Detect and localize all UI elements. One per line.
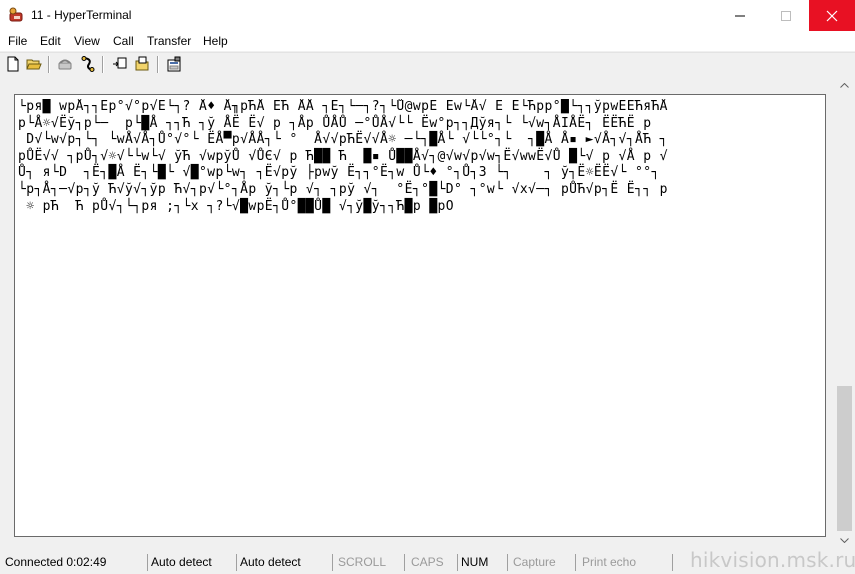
toolbar-separator bbox=[157, 56, 159, 73]
terminal-screen[interactable]: └pя█ wpÅ┐┐Ёp°√°p√Ё└┐? Å♦ Å╖pЋÅ ЁЋ ÅÅ ┐Ё┐… bbox=[14, 94, 826, 537]
menu-transfer[interactable]: Transfer bbox=[147, 34, 191, 48]
scroll-thumb[interactable] bbox=[837, 386, 852, 531]
scroll-down-button[interactable] bbox=[836, 532, 853, 549]
toolbar bbox=[0, 52, 855, 77]
minimize-icon bbox=[735, 15, 745, 17]
terminal-line: p└Å☼√Ёў┐p└─ p└█Å ┐┐Ћ ┐ў ÅЁ Ё√ p ┐Åp ŮÅŮ … bbox=[18, 115, 652, 131]
receive-icon[interactable] bbox=[134, 56, 150, 72]
status-capture: Capture bbox=[510, 554, 576, 571]
close-icon bbox=[826, 10, 838, 22]
status-auto-detect: Auto detect bbox=[237, 554, 333, 571]
minimize-button[interactable] bbox=[717, 0, 763, 31]
close-button[interactable] bbox=[809, 0, 855, 31]
toolbar-separator bbox=[102, 56, 104, 73]
terminal-line: pŮЁ√√ ┐pŮ┐√☼√└└w└√ ўЋ √wpўŮ √ŮЄ√ p Ћ██ Ћ… bbox=[18, 148, 668, 164]
scroll-up-button[interactable] bbox=[836, 77, 853, 94]
maximize-button[interactable] bbox=[763, 0, 809, 31]
terminal-line: └pя█ wpÅ┐┐Ёp°√°p√Ё└┐? Å♦ Å╖pЋÅ ЁЋ ÅÅ ┐Ё┐… bbox=[18, 99, 668, 114]
send-icon[interactable] bbox=[112, 56, 128, 72]
terminal-line: └p┐Å┐─√p┐ў Ћ√ў√┐ўp Ћ√┐p√└°┐Åp ў┐└p √┐ ┐p… bbox=[18, 181, 668, 197]
toolbar-separator bbox=[48, 56, 50, 73]
menu-view[interactable]: View bbox=[74, 34, 100, 48]
watermark: hikvision.msk.ru bbox=[690, 548, 855, 572]
status-auto-detect: Auto detect bbox=[148, 554, 237, 571]
status-print-echo: Print echo bbox=[579, 554, 673, 571]
menu-help[interactable]: Help bbox=[203, 34, 228, 48]
menu-file[interactable]: File bbox=[8, 34, 27, 48]
status-caps: CAPS bbox=[408, 554, 458, 571]
new-file-icon[interactable] bbox=[5, 56, 21, 72]
status-num: NUM bbox=[458, 554, 508, 571]
menu-call[interactable]: Call bbox=[113, 34, 134, 48]
terminal-line: D√└w√p┐└┐ └wÅ√Å┐Ů°√°└ ЁÅ▀p√ÅÅ┐└ ° Å√√pЋЁ… bbox=[18, 132, 668, 148]
hyperterminal-window: 11 - HyperTerminal File Edit View Call T… bbox=[0, 0, 855, 574]
status-scroll: SCROLL bbox=[335, 554, 405, 571]
disconnect-icon[interactable] bbox=[80, 56, 96, 72]
chevron-down-icon bbox=[840, 538, 849, 543]
terminal-line: ☼ pЋ Ћ pŮ√┐└┐pя ;┐└x ┐?└√█wpЁ┐Ů°██Ů█ √┐ў… bbox=[18, 198, 455, 214]
terminal-output: └pя█ wpÅ┐┐Ёp°√°p√Ё└┐? Å♦ Å╖pЋÅ ЁЋ ÅÅ ┐Ё┐… bbox=[18, 99, 823, 529]
terminal-line: Ů┐ я└D ┐Ё┐█Å Ё┐└█└ √█°wp└w┐ ┐Ё√pў ├pwў Ё… bbox=[18, 165, 660, 181]
status-connected: Connected 0:02:49 bbox=[2, 554, 148, 571]
menu-edit[interactable]: Edit bbox=[40, 34, 61, 48]
menu-bar: File Edit View Call Transfer Help bbox=[0, 31, 855, 51]
window-title: 11 - HyperTerminal bbox=[31, 8, 132, 22]
properties-icon[interactable] bbox=[166, 56, 182, 72]
call-icon[interactable] bbox=[57, 56, 73, 72]
title-bar[interactable]: 11 - HyperTerminal bbox=[0, 0, 855, 31]
chevron-up-icon bbox=[840, 83, 849, 88]
hyperterminal-app-icon[interactable] bbox=[8, 7, 25, 24]
vertical-scrollbar[interactable] bbox=[836, 77, 853, 549]
open-folder-icon[interactable] bbox=[26, 56, 42, 72]
maximize-icon bbox=[781, 11, 791, 21]
